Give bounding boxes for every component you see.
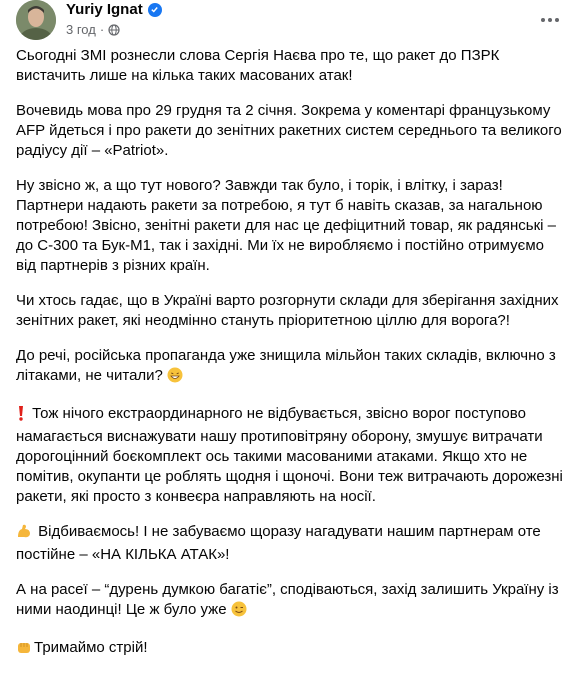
paragraph: Сьогодні ЗМІ рознесли слова Сергія Наєва… xyxy=(16,47,500,84)
paragraph: А на расеї – “дурень думкою багатіє”, сп… xyxy=(16,580,568,623)
more-options-icon[interactable] xyxy=(536,6,564,34)
paragraph: Чи хтось гадає, що в Україні варто розго… xyxy=(16,292,559,329)
wink-emoji-icon xyxy=(231,601,247,623)
paragraph-text: Тримаймо стрій! xyxy=(34,639,148,656)
author-name-row: Yuriy Ignat xyxy=(66,1,162,18)
paragraph-text: До речі, російська пропаганда уже знищил… xyxy=(16,347,556,384)
post-text: Сьогодні ЗМІ рознесли слова Сергія Наєва… xyxy=(16,46,568,676)
author-name[interactable]: Yuriy Ignat xyxy=(66,1,143,18)
flexed-biceps-icon xyxy=(16,523,32,545)
post-timestamp[interactable]: 3 год xyxy=(66,22,96,37)
paragraph: Вочевидь мова про 29 грудня та 2 січня. … xyxy=(16,102,562,159)
post-meta: 3 год · xyxy=(66,22,120,37)
verified-badge-icon xyxy=(147,2,162,17)
globe-icon xyxy=(108,23,120,36)
author-avatar[interactable] xyxy=(16,0,56,40)
paragraph: Ну звісно ж, а що тут нового? Завжди так… xyxy=(16,177,556,274)
grinning-emoji-icon xyxy=(167,367,183,389)
paragraph: До речі, російська пропаганда уже знищил… xyxy=(16,346,568,389)
exclamation-icon xyxy=(16,405,26,427)
paragraph-text: Тож нічого екстраординарного не відбуває… xyxy=(16,405,563,505)
paragraph: Тож нічого екстраординарного не відбуває… xyxy=(16,404,568,507)
paragraph-text: Відбиваємось! І не забуваємо щоразу нага… xyxy=(16,523,541,563)
post-header: Yuriy Ignat 3 год · xyxy=(16,0,568,44)
facebook-post: Yuriy Ignat 3 год · Сьогодні ЗМІ рознесл… xyxy=(0,0,584,656)
paragraph: Тримаймо стрій! xyxy=(16,638,568,661)
paragraph: Відбиваємось! І не забуваємо щоразу нага… xyxy=(16,522,568,565)
fist-icon xyxy=(16,639,32,661)
